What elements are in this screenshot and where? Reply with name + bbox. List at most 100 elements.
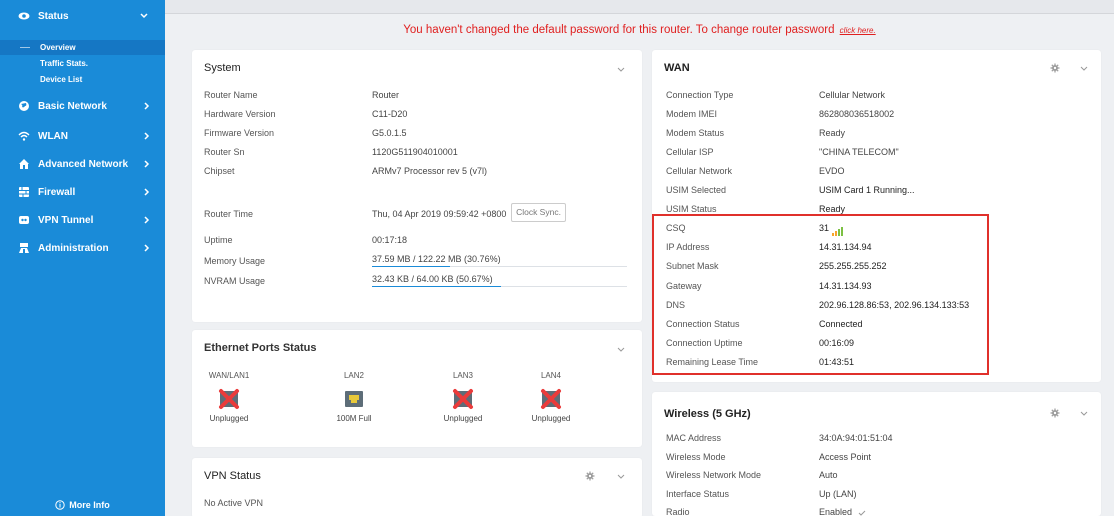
port-state: Unplugged	[443, 414, 483, 423]
house-icon	[19, 159, 29, 169]
memory-value: 37.59 MB / 122.22 MB (30.76%)	[372, 254, 501, 264]
sidebar-item-administration[interactable]: Administration	[0, 237, 165, 259]
sidebar-item-label: Status	[38, 10, 69, 22]
warning-text: You haven't changed the default password…	[403, 24, 835, 36]
sidebar-item-basic-network[interactable]: Basic Network	[0, 95, 165, 117]
sidebar-subitem-device-list[interactable]: Device List	[0, 72, 165, 87]
wan-value: 862808036518002	[819, 109, 895, 120]
wan-value: "CHINA TELECOM"	[819, 147, 899, 158]
vpn-status-card: VPN Status No Active VPN	[192, 458, 642, 516]
change-password-link[interactable]: click here.	[840, 26, 876, 35]
card-title: Ethernet Ports Status	[204, 342, 317, 354]
wan-value: Ready	[819, 204, 846, 215]
chevron-down-icon[interactable]	[617, 347, 625, 353]
vpn-status-text: No Active VPN	[204, 498, 264, 508]
system-label: Router Sn	[204, 147, 245, 157]
wireless-label: Wireless Network Mode	[666, 470, 762, 480]
chevron-right-icon	[144, 132, 150, 140]
system-value: 1120G511904010001	[372, 147, 458, 157]
chevron-down-icon[interactable]	[617, 67, 625, 73]
unplugged-port-icon	[541, 389, 561, 409]
sidebar-item-label: VPN Tunnel	[38, 214, 94, 226]
highlight-box	[652, 214, 989, 375]
wan-label: USIM Selected	[666, 185, 727, 196]
gear-icon[interactable]	[585, 471, 595, 481]
clock-sync-button[interactable]: Clock Sync.	[511, 203, 566, 222]
connected-port-icon	[345, 391, 363, 407]
wireless-label: Radio	[666, 507, 690, 516]
sidebar-item-vpn-tunnel[interactable]: VPN Tunnel	[0, 209, 165, 231]
wan-value: USIM Card 1 Running...	[819, 185, 915, 196]
wan-label: Cellular Network	[666, 166, 733, 177]
chevron-right-icon	[144, 102, 150, 110]
wan-label: Modem Status	[666, 128, 725, 139]
wan-value: EVDO	[819, 166, 845, 177]
top-bar	[165, 0, 1114, 14]
memory-bar-fill	[372, 266, 451, 267]
wireless-value: Enabled	[819, 507, 853, 516]
sidebar-item-label: Administration	[38, 242, 109, 254]
wan-value: Cellular Network	[819, 90, 886, 100]
sidebar-item-label: Basic Network	[38, 100, 107, 112]
port-name: LAN2	[343, 371, 364, 380]
sidebar-subitem-traffic-stats[interactable]: Traffic Stats.	[0, 56, 165, 71]
port-name: LAN4	[540, 371, 561, 380]
system-label: Router Name	[204, 90, 258, 100]
memory-label: Memory Usage	[204, 256, 266, 266]
sidebar-item-advanced-network[interactable]: Advanced Network	[0, 153, 165, 175]
wireless-value: Auto	[819, 470, 838, 480]
wan-label: Cellular ISP	[666, 147, 714, 158]
sidebar: Status Overview Traffic Stats. Device Li…	[0, 0, 165, 516]
ethernet-ports-card: Ethernet Ports Status WAN/LAN1 Unplugged…	[192, 330, 642, 447]
nvram-label: NVRAM Usage	[204, 276, 266, 286]
unplugged-port-icon	[453, 389, 473, 409]
globe-icon	[19, 101, 29, 111]
sidebar-item-label: WLAN	[38, 130, 68, 142]
chevron-down-icon	[140, 13, 148, 19]
wan-label: Connection Type	[666, 90, 734, 100]
port-wan-lan1: WAN/LAN1 Unplugged	[189, 371, 269, 423]
system-label: Hardware Version	[204, 109, 276, 119]
more-info-label: More Info	[69, 500, 110, 510]
port-state: Unplugged	[209, 414, 249, 423]
sidebar-item-status[interactable]: Status	[0, 5, 165, 27]
chevron-right-icon	[144, 216, 150, 224]
wan-label: USIM Status	[666, 204, 717, 215]
port-state: Unplugged	[531, 414, 571, 423]
card-title: WAN	[664, 62, 690, 74]
sidebar-subitem-label: Traffic Stats.	[40, 59, 89, 68]
wan-value: Ready	[819, 128, 846, 139]
system-value: G5.0.1.5	[372, 128, 407, 138]
chevron-right-icon	[144, 160, 150, 168]
sidebar-subitem-overview[interactable]: Overview	[0, 40, 165, 55]
uptime-label: Uptime	[204, 235, 233, 245]
system-card: System Router Name Router Hardware Versi…	[192, 50, 642, 322]
divider	[20, 47, 30, 48]
card-title: VPN Status	[204, 470, 261, 482]
firewall-icon	[19, 187, 29, 197]
port-lan2: LAN2 100M Full	[314, 371, 394, 423]
port-name: WAN/LAN1	[208, 371, 250, 380]
sidebar-item-label: Advanced Network	[38, 158, 129, 170]
eye-icon	[18, 12, 30, 20]
admin-icon	[19, 243, 29, 253]
more-info-link[interactable]: More Info	[0, 500, 165, 516]
wireless-value: Up (LAN)	[819, 488, 857, 499]
chevron-down-icon[interactable]	[1080, 411, 1088, 417]
wifi-icon	[18, 131, 30, 141]
sidebar-subitem-label: Overview	[40, 43, 76, 52]
info-icon	[55, 500, 65, 510]
wireless-label: Interface Status	[666, 488, 730, 499]
sidebar-item-firewall[interactable]: Firewall	[0, 181, 165, 203]
chevron-down-icon[interactable]	[1080, 66, 1088, 72]
sidebar-item-label: Firewall	[38, 186, 76, 198]
password-warning: You haven't changed the default password…	[165, 24, 1114, 36]
sidebar-item-wlan[interactable]: WLAN	[0, 125, 165, 147]
chevron-right-icon	[144, 188, 150, 196]
gear-icon[interactable]	[1050, 63, 1060, 73]
port-state: 100M Full	[336, 414, 372, 423]
chevron-down-icon[interactable]	[617, 474, 625, 480]
gear-icon[interactable]	[1050, 408, 1060, 418]
port-lan4: LAN4 Unplugged	[511, 371, 591, 423]
wireless-value: Access Point	[819, 451, 872, 462]
